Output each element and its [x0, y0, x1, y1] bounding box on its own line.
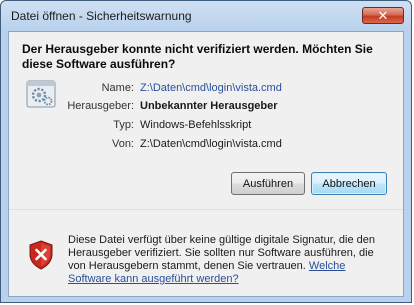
- publisher-label: Herausgeber:: [67, 100, 134, 112]
- cancel-button[interactable]: Abbrechen: [311, 172, 387, 195]
- name-link[interactable]: Z:\Daten\cmd\login\vista.cmd: [140, 82, 282, 94]
- security-warning-dialog: Datei öffnen - Sicherheitswarnung ✕ Der …: [0, 0, 412, 303]
- upper-panel: Der Herausgeber konnte nicht verifiziert…: [9, 32, 403, 209]
- name-value[interactable]: Z:\Daten\cmd\login\vista.cmd: [140, 82, 282, 94]
- dialog-content: Der Herausgeber konnte nicht verifiziert…: [8, 31, 404, 297]
- from-label: Von:: [111, 138, 134, 150]
- close-button[interactable]: ✕: [362, 7, 404, 24]
- cancel-button-label: Abbrechen: [322, 177, 376, 190]
- type-value: Windows-Befehlsskript: [140, 119, 252, 131]
- publisher-value: Unbekannter Herausgeber: [140, 100, 278, 112]
- run-button-label: Ausführen: [242, 177, 294, 190]
- close-icon: ✕: [377, 8, 389, 23]
- window-title: Datei öffnen - Sicherheitswarnung: [11, 9, 192, 23]
- security-shield-error-icon: [29, 240, 53, 270]
- type-label: Typ:: [113, 119, 134, 131]
- title-bar[interactable]: Datei öffnen - Sicherheitswarnung ✕: [1, 1, 411, 31]
- warning-text: Diese Datei verfügt über keine gültige d…: [68, 234, 388, 286]
- warning-question: Der Herausgeber konnte nicht verifiziert…: [22, 42, 373, 71]
- warning-panel: Diese Datei verfügt über keine gültige d…: [9, 209, 403, 296]
- from-value: Z:\Daten\cmd\login\vista.cmd: [140, 138, 282, 150]
- run-button[interactable]: Ausführen: [231, 172, 305, 195]
- name-label: Name:: [101, 82, 134, 94]
